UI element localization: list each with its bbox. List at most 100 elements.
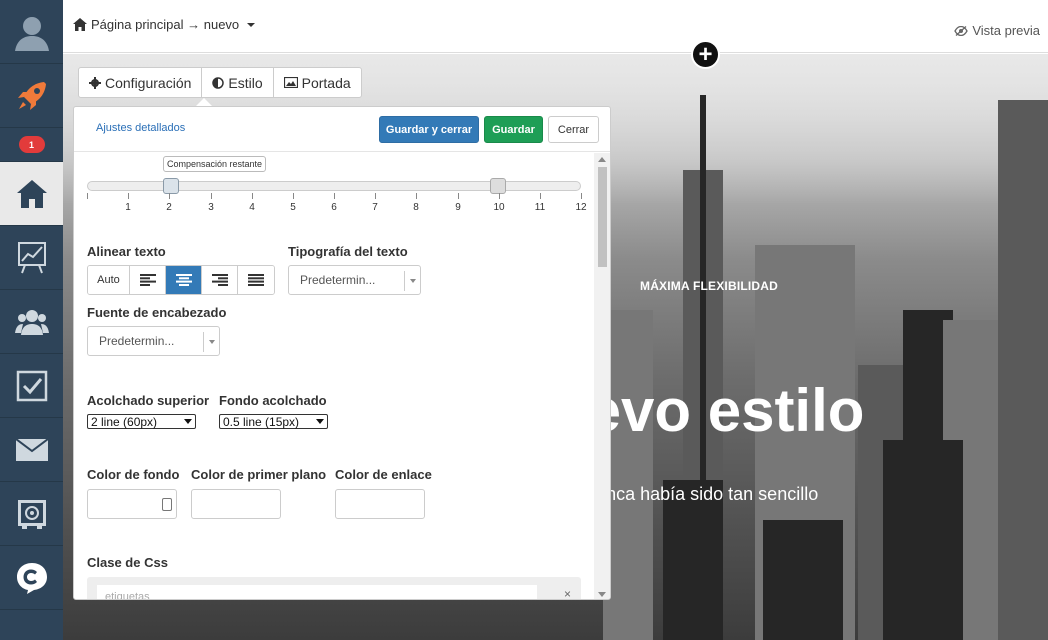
sidebar-item-notifications[interactable]: 1	[0, 128, 63, 162]
style-panel: Ajustes detallados Guardar y cerrar Guar…	[73, 106, 611, 600]
slider-tick-label: 11	[534, 202, 546, 213]
padding-top-label: Acolchado superior	[87, 393, 210, 408]
fg-color-label: Color de primer plano	[191, 467, 327, 482]
checkbox-icon	[16, 370, 47, 401]
sidebar-item-profile[interactable]	[0, 0, 63, 64]
slider-tick-label: 3	[208, 202, 214, 213]
slider-tick	[375, 193, 376, 199]
users-icon	[14, 309, 49, 335]
slider-tick-label: 7	[372, 202, 378, 213]
tab-estilo[interactable]: Estilo	[202, 68, 274, 97]
chevron-down-icon	[410, 279, 416, 283]
slider-tick-label: 1	[125, 202, 131, 213]
padding-top-select[interactable]: 2 line (60px)	[87, 414, 196, 429]
bg-color-input[interactable]	[87, 489, 177, 519]
scroll-down-icon[interactable]	[598, 592, 606, 597]
text-font-label: Tipografía del texto	[288, 244, 408, 259]
sidebar-item-stats[interactable]	[0, 226, 63, 290]
slider-tick	[252, 193, 253, 199]
link-color-input[interactable]	[335, 489, 425, 519]
slider-tick-label: 5	[290, 202, 296, 213]
sidebar-item-home[interactable]	[0, 162, 63, 226]
sidebar-item-launch[interactable]	[0, 64, 63, 128]
slider-tick	[458, 193, 459, 199]
chart-icon	[17, 241, 46, 273]
align-text-group: Auto	[87, 265, 275, 295]
plus-icon: +	[698, 40, 713, 68]
notification-badge: 1	[18, 136, 45, 153]
slider-tooltip: Compensación restante	[163, 156, 267, 172]
sidebar-item-storage[interactable]	[0, 482, 63, 546]
add-section-button[interactable]: +	[691, 40, 720, 69]
slider-handle-start[interactable]	[163, 178, 179, 194]
column-slider-track[interactable]	[87, 181, 581, 191]
save-close-button[interactable]: Guardar y cerrar	[379, 116, 479, 143]
save-button[interactable]: Guardar	[484, 116, 543, 143]
align-left-button[interactable]	[130, 266, 166, 294]
padding-top-value: 2 line (60px)	[91, 414, 158, 429]
css-class-input[interactable]: etiquetas	[97, 585, 537, 599]
sidebar-item-tasks[interactable]	[0, 354, 63, 418]
color-picker-icon[interactable]	[162, 498, 172, 511]
preview-button[interactable]: Vista previa	[954, 23, 1040, 38]
slider-tick	[293, 193, 294, 199]
slider-tick-label: 6	[331, 202, 337, 213]
text-font-select[interactable]: Predetermin...	[288, 265, 421, 295]
heading-font-select[interactable]: Predetermin...	[87, 326, 220, 356]
chat-logo-icon	[16, 562, 47, 594]
slider-tick-label: 10	[493, 202, 505, 213]
fg-color-input[interactable]	[191, 489, 281, 519]
preview-label: Vista previa	[972, 23, 1040, 38]
slider-tick	[334, 193, 335, 199]
mail-icon	[15, 438, 48, 461]
eye-slash-icon	[954, 25, 969, 36]
tab-configuracion[interactable]: Configuración	[79, 68, 203, 97]
align-justify-button[interactable]	[238, 266, 274, 294]
building	[883, 440, 963, 640]
padding-bottom-label: Fondo acolchado	[219, 393, 327, 408]
building	[763, 520, 843, 640]
tab-portada[interactable]: Portada	[274, 68, 361, 97]
align-auto-button[interactable]: Auto	[88, 266, 130, 294]
panel-header: Ajustes detallados Guardar y cerrar Guar…	[74, 107, 610, 152]
padding-bottom-select[interactable]: 0.5 line (15px)	[219, 414, 328, 429]
align-left-icon	[139, 274, 156, 286]
text-font-value: Predetermin...	[300, 273, 376, 287]
align-center-button[interactable]	[166, 266, 202, 294]
top-bar: Página principal → nuevo Vista previa	[63, 0, 1048, 53]
rocket-icon	[17, 81, 46, 110]
slider-tick	[499, 193, 500, 199]
chevron-down-icon	[209, 340, 215, 344]
slider-tick	[581, 193, 582, 199]
advanced-settings-link[interactable]: Ajustes detallados	[96, 122, 185, 134]
tab-pointer	[196, 98, 212, 106]
safe-icon	[17, 499, 46, 529]
link-color-label: Color de enlace	[335, 467, 432, 482]
heading-font-value: Predetermin...	[99, 334, 175, 348]
breadcrumb[interactable]: Página principal → nuevo	[73, 17, 256, 32]
clear-icon[interactable]: ×	[564, 587, 571, 599]
slider-tick	[416, 193, 417, 199]
slider-ticks: 1 2 3 4 5 6 7 8 9 10 11 12	[87, 193, 587, 213]
slider-tick-label: 12	[575, 202, 587, 213]
align-right-button[interactable]	[202, 266, 238, 294]
tab-label: Configuración	[105, 74, 192, 91]
slider-handle-end[interactable]	[490, 178, 506, 194]
chevron-down-icon	[247, 22, 256, 27]
tab-label: Portada	[301, 74, 351, 91]
panel-scrollbar[interactable]	[594, 153, 610, 599]
sidebar-item-users[interactable]	[0, 290, 63, 354]
sidebar-item-mail[interactable]	[0, 418, 63, 482]
scroll-up-icon[interactable]	[598, 157, 606, 162]
chevron-down-icon	[316, 419, 324, 424]
align-center-icon	[175, 274, 192, 286]
chevron-down-icon	[184, 419, 192, 424]
slider-tick	[540, 193, 541, 199]
scroll-thumb[interactable]	[598, 167, 607, 267]
slider-tick	[211, 193, 212, 199]
editor-tabs: Configuración Estilo Portada	[78, 67, 362, 98]
slider-tick-label: 4	[249, 202, 255, 213]
close-button[interactable]: Cerrar	[548, 116, 599, 143]
sidebar-item-chat[interactable]	[0, 546, 63, 610]
slider-tick-label: 9	[455, 202, 461, 213]
